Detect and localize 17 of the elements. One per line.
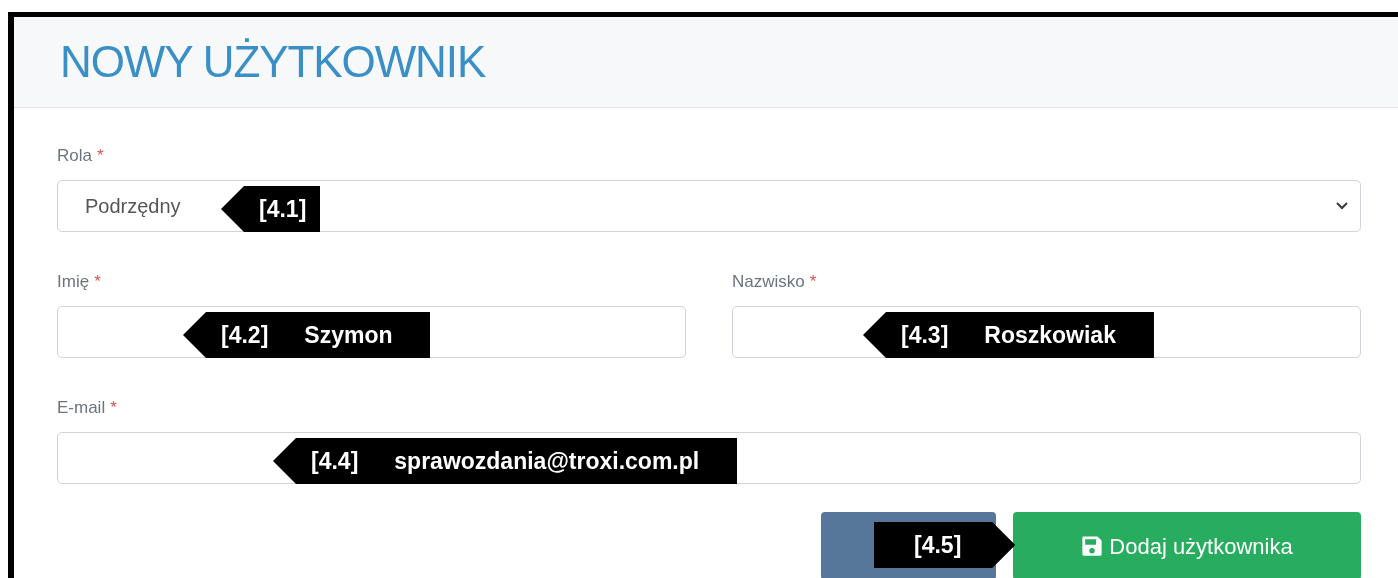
field-label: Rola	[57, 145, 92, 167]
callout-text: sprawozdania@troxi.com.pl	[394, 446, 700, 476]
callout-number: [4.5]	[914, 530, 962, 560]
field-label: Nazwisko	[732, 271, 805, 293]
required-marker: *	[110, 397, 117, 419]
callout-number: [4.2]	[221, 320, 269, 350]
required-marker: *	[94, 271, 101, 293]
callout-number: [4.1]	[259, 194, 307, 224]
callout-text: Szymon	[304, 320, 393, 350]
page-title: NOWY UŻYTKOWNIK	[60, 36, 486, 88]
required-marker: *	[809, 271, 817, 293]
callout-number: [4.4]	[311, 446, 359, 476]
callout-number: [4.3]	[901, 320, 949, 350]
callout-text: Roszkowiak	[984, 320, 1116, 350]
required-marker: *	[96, 145, 104, 167]
field-label: Imię	[57, 271, 90, 293]
field-label: E-mail	[57, 397, 106, 419]
